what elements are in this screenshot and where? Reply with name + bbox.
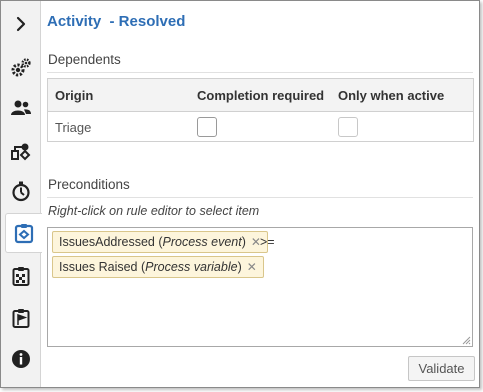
rule-editor[interactable]: IssuesAddressed (Process event) ✕ >= Iss… xyxy=(47,227,473,347)
rule-token-issues-addressed[interactable]: IssuesAddressed (Process event) ✕ xyxy=(52,231,268,253)
token-open-paren: ( xyxy=(137,260,146,274)
rule-token-issues-raised[interactable]: Issues Raised (Process variable) ✕ xyxy=(52,256,264,278)
rule-editor-hint: Right-click on rule editor to select ite… xyxy=(48,204,260,218)
page-title: Activity - Resolved xyxy=(47,13,186,30)
flag-clipboard-icon[interactable] xyxy=(1,298,41,338)
stopwatch-icon[interactable] xyxy=(1,171,41,211)
users-icon[interactable] xyxy=(1,88,41,128)
completion-required-checkbox[interactable] xyxy=(197,117,217,137)
column-header-origin[interactable]: Origin xyxy=(55,88,93,103)
divider xyxy=(47,197,473,198)
column-header-completion-required[interactable]: Completion required xyxy=(197,88,324,103)
properties-panel: Activity - Resolved Dependents Origin Co… xyxy=(0,0,480,388)
preconditions-label: Preconditions xyxy=(48,177,130,192)
column-header-only-when-active[interactable]: Only when active xyxy=(338,88,444,103)
remove-token-icon[interactable]: ✕ xyxy=(247,257,257,277)
main-content: Activity - Resolved Dependents Origin Co… xyxy=(41,1,479,387)
info-icon[interactable] xyxy=(1,339,41,379)
token-name: Issues Raised xyxy=(59,260,138,274)
token-close-paren: ) xyxy=(237,260,242,274)
token-name: IssuesAddressed xyxy=(59,235,155,249)
checkered-clipboard-icon[interactable] xyxy=(1,256,41,296)
gears-icon[interactable] xyxy=(1,48,41,88)
sidebar xyxy=(1,1,42,387)
only-when-active-checkbox[interactable] xyxy=(338,117,358,137)
token-type: Process event xyxy=(162,235,242,249)
table-header: Origin Completion required Only when act… xyxy=(48,79,473,112)
dependents-table: Origin Completion required Only when act… xyxy=(47,78,474,142)
validate-button[interactable]: Validate xyxy=(408,356,475,381)
resize-grip-icon[interactable] xyxy=(462,336,471,345)
chevron-right-icon[interactable] xyxy=(1,4,41,44)
flowchart-icon[interactable] xyxy=(1,131,41,171)
origin-cell: Triage xyxy=(55,120,92,135)
token-open-paren: ( xyxy=(154,235,163,249)
token-type: Process variable xyxy=(145,260,238,274)
rule-operator[interactable]: >= xyxy=(260,235,275,249)
activity-clipboard-icon[interactable] xyxy=(5,213,42,253)
token-close-paren: ) xyxy=(241,235,246,249)
dependents-label: Dependents xyxy=(48,52,121,67)
divider xyxy=(47,72,473,73)
